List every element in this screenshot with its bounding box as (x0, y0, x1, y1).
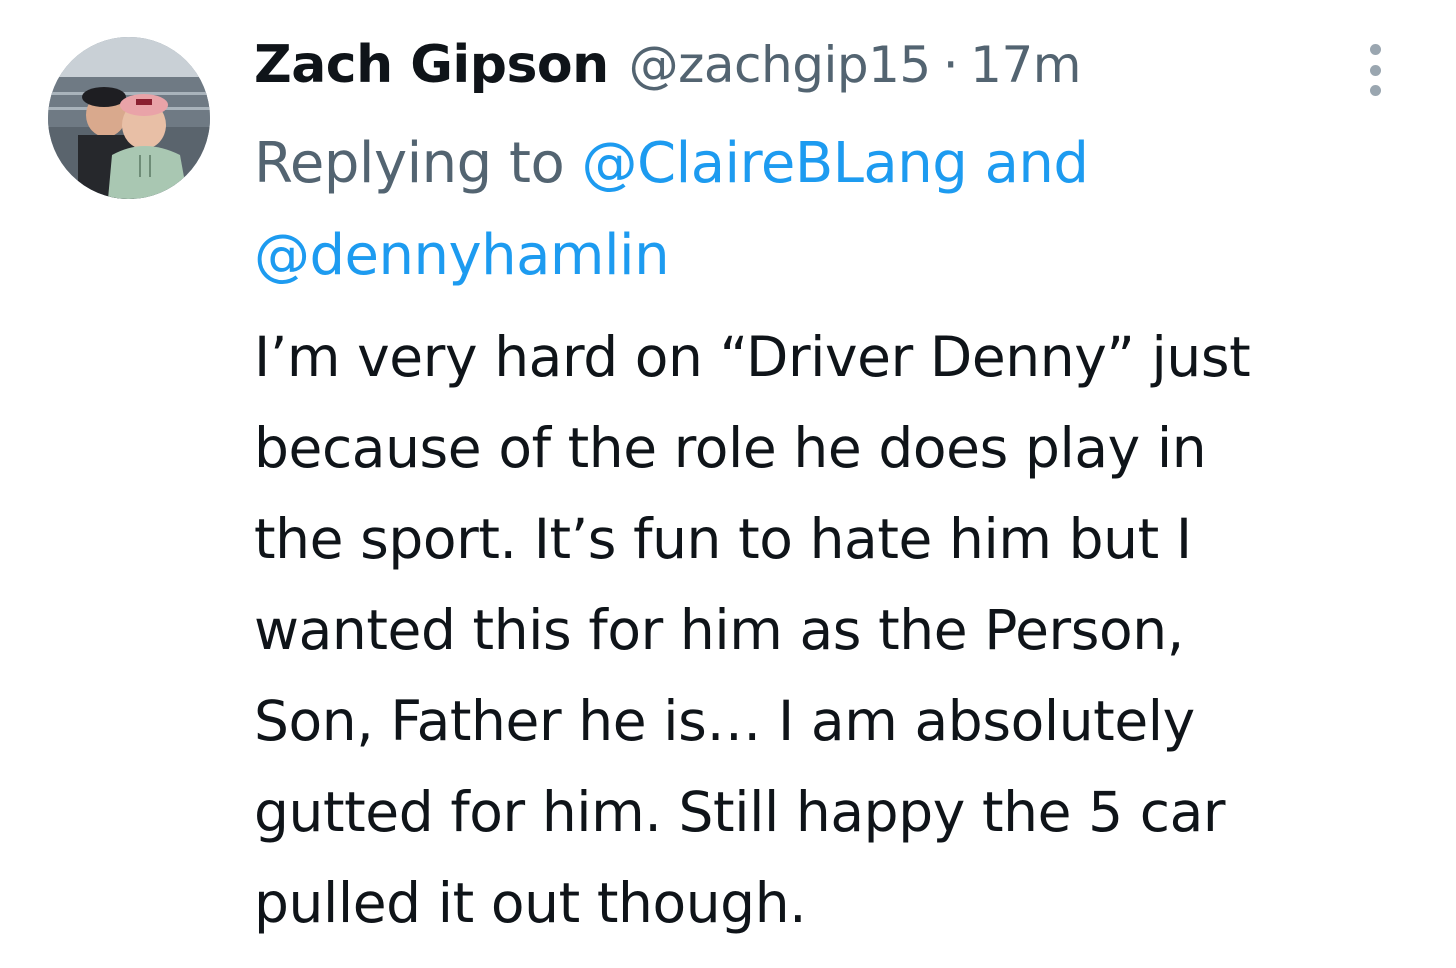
tweet-text-line: pulled it out though. (254, 871, 807, 935)
tweet-text-line: wanted this for him as the Person, (254, 598, 1184, 662)
tweet-text-line: I’m very hard on “Driver Denny” just (254, 325, 1251, 389)
more-dot (1369, 85, 1381, 96)
more-dot (1369, 44, 1381, 55)
replying-conjunction[interactable]: and (985, 131, 1089, 196)
more-options-icon[interactable] (1363, 44, 1387, 96)
tweet[interactable]: Zach Gipson @zachgip15 · 17m Replying to… (0, 0, 1456, 968)
tweet-text-line: because of the role he does play in (254, 416, 1207, 480)
header-separator: · (942, 36, 959, 94)
mention-link-dennyhamlin[interactable]: @dennyhamlin (254, 223, 670, 288)
author-avatar[interactable] (48, 37, 210, 199)
replying-prefix: Replying to (254, 131, 565, 196)
avatar-photo-icon (48, 37, 210, 199)
mention-link-claireblang[interactable]: @ClaireBLang (582, 131, 968, 196)
author-handle[interactable]: @zachgip15 (629, 36, 932, 94)
more-dot (1369, 64, 1381, 76)
tweet-timestamp[interactable]: 17m (970, 36, 1081, 94)
tweet-text-line: Son, Father he is… I am absolutely (254, 689, 1195, 753)
tweet-text-line: the sport. It’s fun to hate him but I (254, 507, 1192, 571)
tweet-text-line: gutted for him. Still happy the 5 car (254, 780, 1226, 844)
replying-to-line: Replying to @ClaireBLang and @dennyhamli… (254, 118, 1404, 302)
tweet-header: Zach Gipson @zachgip15 · 17m (254, 28, 1081, 102)
author-display-name[interactable]: Zach Gipson (254, 35, 609, 95)
tweet-text: I’m very hard on “Driver Denny” just bec… (254, 312, 1424, 949)
